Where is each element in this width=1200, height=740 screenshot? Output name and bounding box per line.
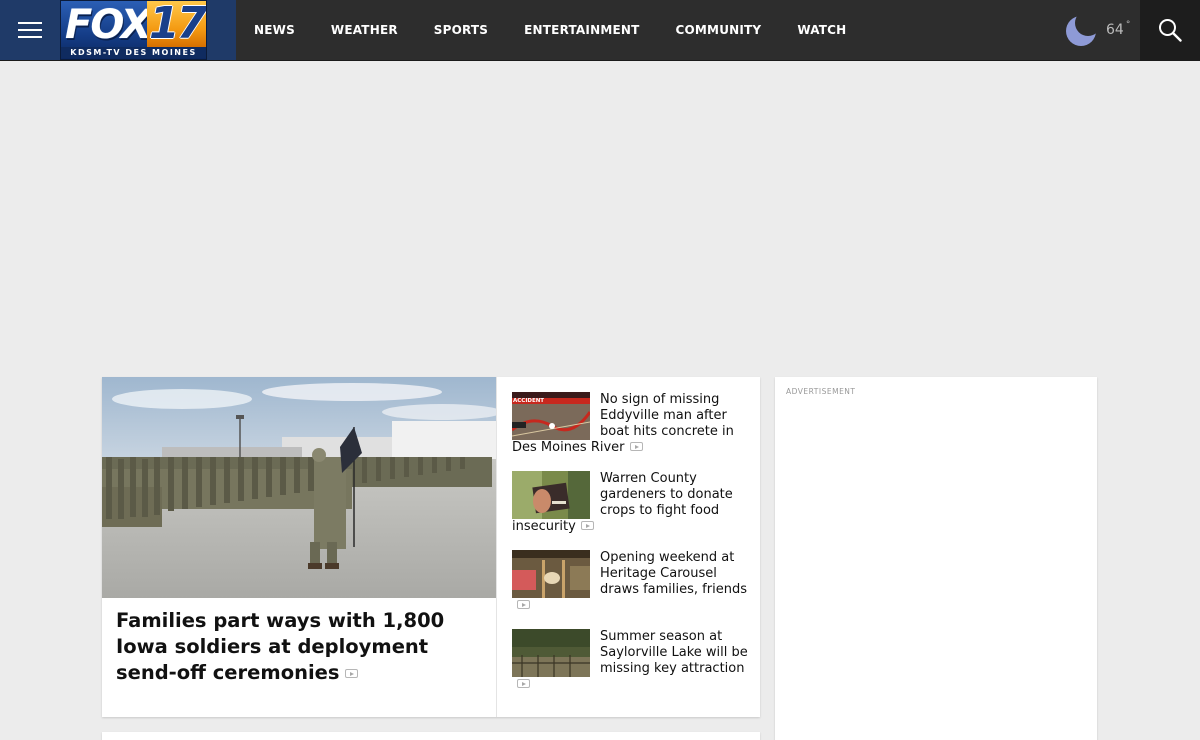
lake-thumbnail <box>512 629 590 677</box>
side-story-title: Summer season at Saylorville Lake will b… <box>600 629 748 676</box>
video-play-icon <box>580 521 594 530</box>
nav-item-sports[interactable]: SPORTS <box>416 0 506 60</box>
next-content-card <box>102 732 760 740</box>
logo-tagline: KDSM-TV DES MOINES <box>61 47 206 58</box>
video-play-icon <box>517 679 530 688</box>
advertisement-box: ADVERTISEMENT <box>775 377 1097 740</box>
story-thumbnail <box>512 471 590 519</box>
lead-story-title[interactable]: Families part ways with 1,800 Iowa soldi… <box>116 609 444 684</box>
degree-symbol: ° <box>1125 20 1131 30</box>
station-logo[interactable]: FOX 17 KDSM-TV DES MOINES <box>60 0 207 60</box>
video-play-icon <box>629 442 643 451</box>
hamburger-menu-icon <box>18 22 42 38</box>
side-story-item[interactable]: Warren County gardeners to donate crops … <box>512 471 752 535</box>
side-story-item[interactable]: Opening weekend at Heritage Carousel dra… <box>512 550 752 612</box>
search-icon <box>1159 19 1182 42</box>
logo-number-text: 17 <box>149 0 206 49</box>
carousel-thumbnail <box>512 550 590 598</box>
soldiers-formation-photo <box>102 377 496 598</box>
lead-story-image[interactable] <box>102 377 496 598</box>
main-nav: NEWS WEATHER SPORTS ENTERTAINMENT COMMUN… <box>236 0 864 60</box>
video-indicator-row <box>512 598 752 612</box>
accident-map-thumbnail: ACCIDENT <box>512 392 590 440</box>
nav-item-entertainment[interactable]: ENTERTAINMENT <box>506 0 657 60</box>
hamburger-menu-button[interactable] <box>0 0 60 60</box>
crescent-moon-icon <box>1066 16 1096 46</box>
temperature-value: 64 <box>1106 22 1124 38</box>
nav-item-watch[interactable]: WATCH <box>779 0 864 60</box>
thumbnail-badge-text: ACCIDENT <box>513 398 544 404</box>
lead-story-headline-block[interactable]: Families part ways with 1,800 Iowa soldi… <box>116 608 488 686</box>
weather-widget[interactable]: 64 ° <box>1064 11 1136 49</box>
story-thumbnail: ACCIDENT <box>512 392 590 440</box>
garden-sign-thumbnail <box>512 471 590 519</box>
video-play-icon <box>344 669 358 678</box>
logo-17-block: 17 <box>147 0 206 49</box>
video-play-icon <box>517 600 530 609</box>
video-indicator-row <box>512 677 752 691</box>
nav-item-news[interactable]: NEWS <box>236 0 313 60</box>
advertisement-label: ADVERTISEMENT <box>786 387 856 396</box>
search-button[interactable] <box>1140 0 1200 60</box>
side-story-item[interactable]: ACCIDENT No sign of missing Eddyville ma… <box>512 392 752 456</box>
story-thumbnail <box>512 550 590 598</box>
side-story-title: Opening weekend at Heritage Carousel dra… <box>600 550 747 597</box>
logo-area: FOX 17 KDSM-TV DES MOINES <box>60 0 236 60</box>
top-stories-card: Families part ways with 1,800 Iowa soldi… <box>102 377 760 717</box>
column-divider <box>496 377 497 717</box>
logo-fox-text: FOX <box>65 2 152 48</box>
nav-item-weather[interactable]: WEATHER <box>313 0 416 60</box>
side-story-item[interactable]: Summer season at Saylorville Lake will b… <box>512 629 752 691</box>
top-navigation-bar: FOX 17 KDSM-TV DES MOINES NEWS WEATHER S… <box>0 0 1200 61</box>
nav-item-community[interactable]: COMMUNITY <box>658 0 780 60</box>
story-thumbnail <box>512 629 590 677</box>
